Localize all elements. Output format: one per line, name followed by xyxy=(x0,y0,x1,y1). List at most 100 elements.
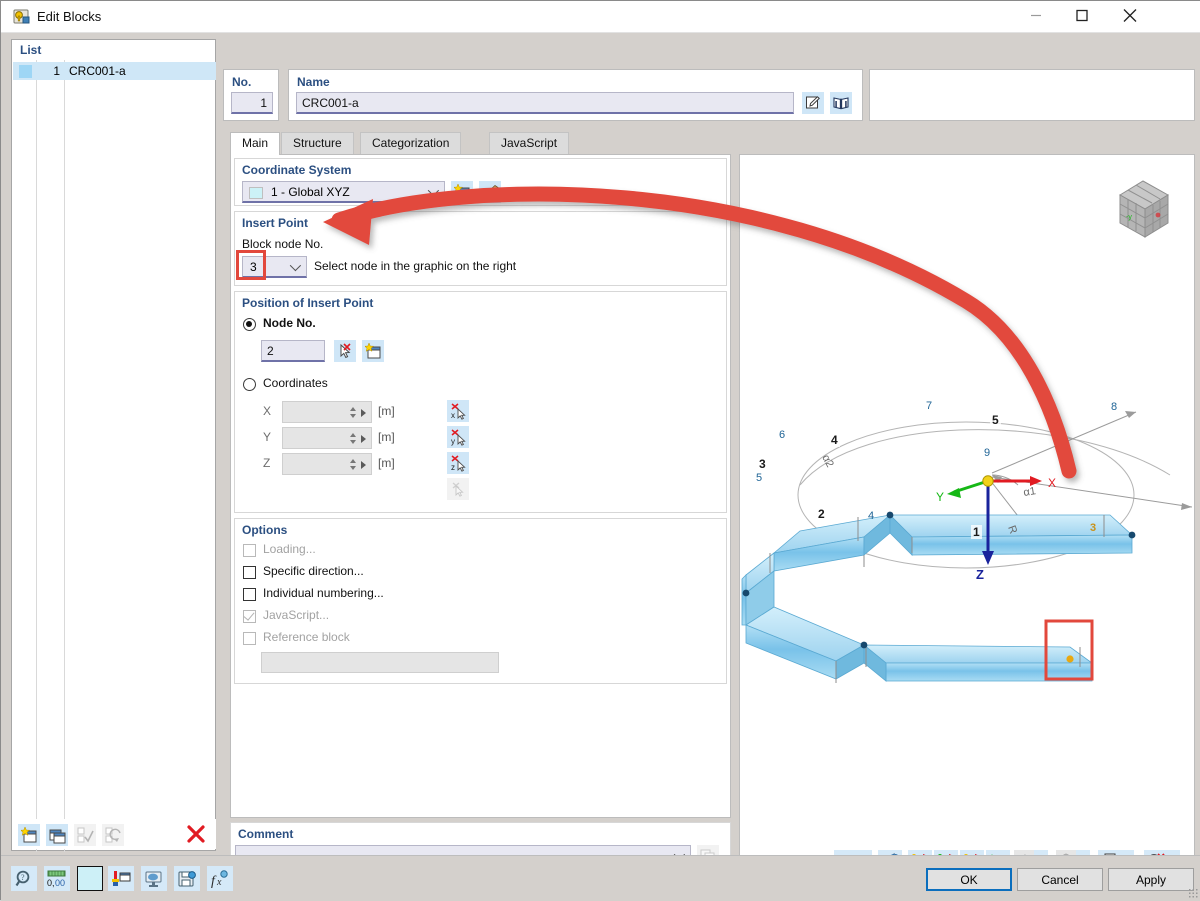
list-item-no: 1 xyxy=(42,64,60,78)
close-button[interactable] xyxy=(1105,1,1155,33)
maximize-icon xyxy=(1076,10,1088,25)
new-node-button[interactable] xyxy=(362,340,384,362)
spinner-down-icon[interactable] xyxy=(350,414,356,418)
list-column-sep-2 xyxy=(64,60,65,852)
svg-text:X: X xyxy=(1048,476,1056,490)
tab-categorization[interactable]: Categorization xyxy=(360,132,461,154)
pick-x-button[interactable]: x xyxy=(447,400,469,422)
color-swatch-button[interactable] xyxy=(77,866,103,891)
delete-block-button[interactable] xyxy=(185,823,207,845)
coord-z-input[interactable] xyxy=(282,453,372,475)
chevron-down-icon xyxy=(428,185,439,196)
pick-node-cursor-button[interactable] xyxy=(334,340,356,362)
coord-y-input[interactable] xyxy=(282,427,372,449)
function-button[interactable]: f x xyxy=(207,866,233,891)
save-settings-button[interactable] xyxy=(174,866,200,891)
radio-coordinates[interactable] xyxy=(243,378,256,391)
block-color-swatch xyxy=(19,65,32,78)
copy-block-button[interactable] xyxy=(46,824,68,846)
annotation-highlight-box xyxy=(236,250,266,280)
edit-pencil-icon[interactable] xyxy=(802,92,824,114)
resize-grip[interactable] xyxy=(1188,888,1198,898)
new-block-button[interactable] xyxy=(18,824,40,846)
checkbox-javascript[interactable] xyxy=(243,610,256,623)
svg-text:00: 00 xyxy=(55,878,65,888)
expand-right-icon[interactable] xyxy=(361,409,366,417)
radio-node-no[interactable] xyxy=(243,318,256,331)
expand-right-icon[interactable] xyxy=(361,461,366,469)
pick-z-button[interactable]: z xyxy=(447,452,469,474)
minimize-button[interactable] xyxy=(1013,1,1059,33)
insert-point-title: Insert Point xyxy=(242,216,308,230)
member-label-1: 1 xyxy=(971,525,982,539)
spinner-down-icon[interactable] xyxy=(350,466,356,470)
node-label-5: 5 xyxy=(756,472,762,484)
ok-button[interactable]: OK xyxy=(926,868,1012,891)
maximize-button[interactable] xyxy=(1059,1,1105,33)
svg-text:-y: -y xyxy=(1126,214,1132,221)
invert-selection-button[interactable] xyxy=(102,824,124,846)
tab-structure[interactable]: Structure xyxy=(281,132,354,154)
node-label-3: 3 xyxy=(1090,522,1096,534)
graphic-viewport[interactable]: X Y Z α1 α2 R 1 2 3 4 5 3 4 5 6 7 8 xyxy=(739,154,1195,879)
coordinate-system-group: Coordinate System 1 - Global XYZ xyxy=(234,158,727,206)
spinner-up-icon[interactable] xyxy=(350,459,356,463)
checkbox-javascript-label: JavaScript... xyxy=(263,608,329,622)
svg-text:x: x xyxy=(216,877,222,888)
pick-y-button[interactable]: y xyxy=(447,426,469,448)
edit-coordinate-system-button[interactable] xyxy=(479,181,501,203)
expand-right-icon[interactable] xyxy=(361,435,366,443)
library-book-icon[interactable] xyxy=(830,92,852,114)
svg-text:z: z xyxy=(451,463,455,472)
block-node-hint: Select node in the graphic on the right xyxy=(314,259,516,273)
svg-text:x: x xyxy=(451,411,455,420)
checkbox-reference-block[interactable] xyxy=(243,632,256,645)
display-properties-button[interactable] xyxy=(108,866,134,891)
apply-button[interactable]: Apply xyxy=(1108,868,1194,891)
spinner-up-icon[interactable] xyxy=(350,407,356,411)
coord-y-unit: [m] xyxy=(378,430,395,444)
name-input[interactable] xyxy=(296,92,794,114)
node-label-6: 6 xyxy=(779,429,785,441)
pick-point-button[interactable] xyxy=(447,478,469,500)
node-no-input[interactable] xyxy=(261,340,325,362)
coord-x-input[interactable] xyxy=(282,401,372,423)
view-cube-icon[interactable]: -y xyxy=(1106,173,1180,247)
window-title: Edit Blocks xyxy=(37,9,101,24)
checkbox-specific-direction[interactable] xyxy=(243,566,256,579)
checkbox-specific-direction-label: Specific direction... xyxy=(263,564,364,578)
reference-block-input[interactable] xyxy=(261,652,499,673)
spinner-down-icon[interactable] xyxy=(350,440,356,444)
new-coordinate-system-button[interactable] xyxy=(451,181,473,203)
node-marker-3 xyxy=(1066,655,1073,662)
render-settings-button[interactable] xyxy=(141,866,167,891)
coordinate-system-swatch xyxy=(249,187,263,199)
coordinate-system-value: 1 - Global XYZ xyxy=(271,185,350,199)
close-icon xyxy=(1123,9,1137,26)
list-column-sep-1 xyxy=(36,60,37,852)
cancel-button[interactable]: Cancel xyxy=(1017,868,1103,891)
number-input[interactable] xyxy=(231,92,273,114)
node-label-9: 9 xyxy=(984,447,990,459)
extra-header-panel xyxy=(869,69,1195,121)
spinner-up-icon[interactable] xyxy=(350,433,356,437)
decimal-places-button[interactable]: 0, 00 xyxy=(44,866,70,891)
number-label: No. xyxy=(232,75,251,89)
block-node-label: Block node No. xyxy=(242,237,323,251)
member-4 xyxy=(774,515,890,571)
member-2 xyxy=(746,607,864,679)
tab-main[interactable]: Main xyxy=(230,132,280,155)
coordinate-system-select[interactable]: 1 - Global XYZ xyxy=(242,181,445,203)
member-1 xyxy=(864,645,1092,681)
list-item[interactable]: 1 CRC001-a xyxy=(13,62,216,80)
checkbox-individual-numbering[interactable] xyxy=(243,588,256,601)
tab-javascript[interactable]: JavaScript xyxy=(489,132,569,154)
node-marker-4 xyxy=(861,642,868,649)
checkbox-loading[interactable] xyxy=(243,544,256,557)
svg-text:Z: Z xyxy=(976,567,984,582)
select-all-button[interactable] xyxy=(74,824,96,846)
block-list-panel: List 1 CRC001-a xyxy=(11,39,216,851)
app-icon xyxy=(13,8,31,26)
comment-title: Comment xyxy=(238,827,293,841)
help-search-button[interactable]: ? xyxy=(11,866,37,891)
